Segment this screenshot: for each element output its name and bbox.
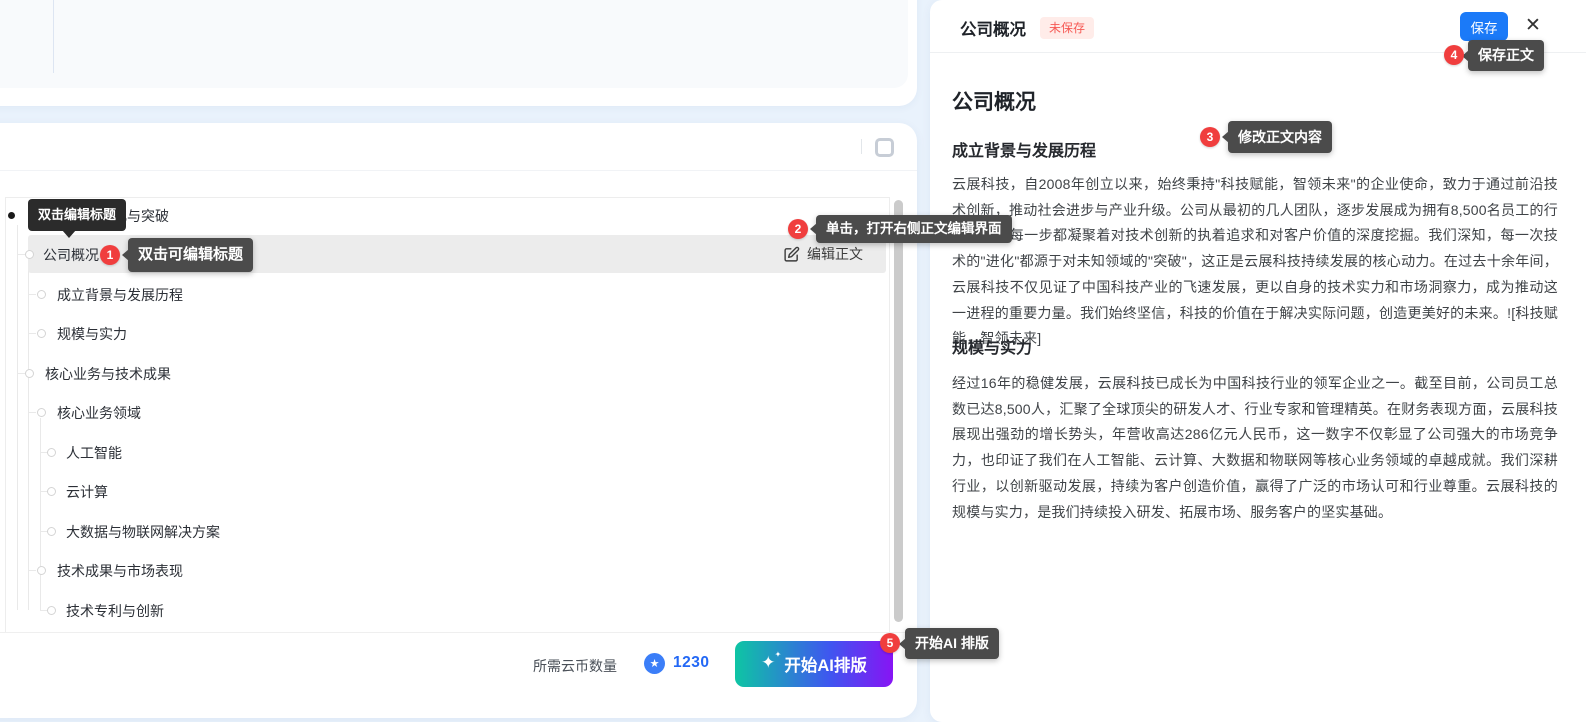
coins-required-label: 所需云币数量 [533,656,617,676]
outline-header-icon-divider [861,139,862,154]
tree-item[interactable]: 人工智能 [66,444,122,462]
close-icon[interactable]: ✕ [1525,13,1541,39]
outline-header-divider [0,170,917,171]
start-ai-layout-label: 开始AI排版 [784,652,867,676]
tree-guide-line [17,225,18,610]
tree-node-icon [37,329,46,338]
pencil-icon [783,246,800,263]
step-tooltip-2: 单击，打开右侧正文编辑界面 [816,215,1012,243]
tree-item-company-overview[interactable]: 公司概况 [43,246,99,264]
save-button[interactable]: 保存 [1460,12,1508,41]
coins-value: 1230 [673,654,709,672]
tree-node-icon [47,527,56,536]
coin-star-glyph: ★ [650,657,660,670]
tooltip-double-click-edit-title: 双击编辑标题 [28,199,126,231]
step-badge-1: 1 [100,245,120,265]
step-tooltip-5: 开始AI 排版 [905,628,999,659]
tree-item[interactable]: 技术成果与市场表现 [57,562,183,580]
section-body[interactable]: 经过16年的稳健发展，云展科技已成长为中国科技行业的领军企业之一。截至目前，公司… [952,371,1558,525]
section-body[interactable]: 云展科技，自2008年创立以来，始终秉持"科技赋能，智领未来"的企业使命，致力于… [952,172,1558,352]
tree-item[interactable]: 核心业务与技术成果 [45,365,171,383]
step-tooltip-1: 双击可编辑标题 [128,238,253,272]
tree-node-icon [37,290,46,299]
tree-tick [28,412,36,413]
editor-panel-title: 公司概况 [960,16,1026,40]
tree-root-bullet-icon [8,212,15,219]
tree-item[interactable]: 技术专利与创新 [66,602,164,620]
sparkle-icon: ✦✦ [761,653,775,673]
tree-guide-line [28,258,29,610]
tree-node-icon [47,606,56,615]
tree-guide-line [40,418,41,610]
tree-tick [17,373,25,374]
tree-node-icon [25,369,34,378]
tree-node-icon [37,566,46,575]
edit-body-label: 编辑正文 [807,244,863,264]
step-badge-5: 5 [880,633,900,653]
step-badge-2: 2 [788,219,808,239]
step-badge-4: 4 [1444,45,1464,65]
tree-item[interactable]: 大数据与物联网解决方案 [66,523,220,541]
tree-item[interactable]: 核心业务领域 [57,404,141,422]
tree-tick [17,254,25,255]
start-ai-layout-button[interactable]: ✦✦ 开始AI排版 [735,641,893,687]
tree-item[interactable]: 规模与实力 [57,325,127,343]
top-card-vertical-divider [53,0,54,73]
tree-item[interactable]: 成立背景与发展历程 [57,286,183,304]
tree-tick [28,570,36,571]
tree-node-icon [25,250,34,259]
section-heading: 成立背景与发展历程 [952,137,1096,161]
tree-tick [28,333,36,334]
step-badge-3: 3 [1200,127,1220,147]
tree-node-icon [47,487,56,496]
section-heading: 规模与实力 [952,334,1032,358]
step-tooltip-3: 修改正文内容 [1228,121,1332,153]
tree-tick [28,294,36,295]
step-tooltip-4: 保存正文 [1468,40,1544,71]
cloud-coin-icon: ★ [644,653,665,674]
unsaved-status-badge: 未保存 [1040,17,1094,39]
panel-toggle-icon[interactable] [875,138,894,157]
tree-item[interactable]: 云计算 [66,483,108,501]
document-title: 公司概况 [952,86,1036,116]
tree-node-icon [37,408,46,417]
tree-node-icon [47,448,56,457]
edit-body-button[interactable]: 编辑正文 [783,243,883,265]
top-card-inner-panel [0,0,908,88]
top-partial-card [0,0,917,106]
tree-scrollbar[interactable] [894,200,903,622]
outline-footer-divider [0,632,917,633]
